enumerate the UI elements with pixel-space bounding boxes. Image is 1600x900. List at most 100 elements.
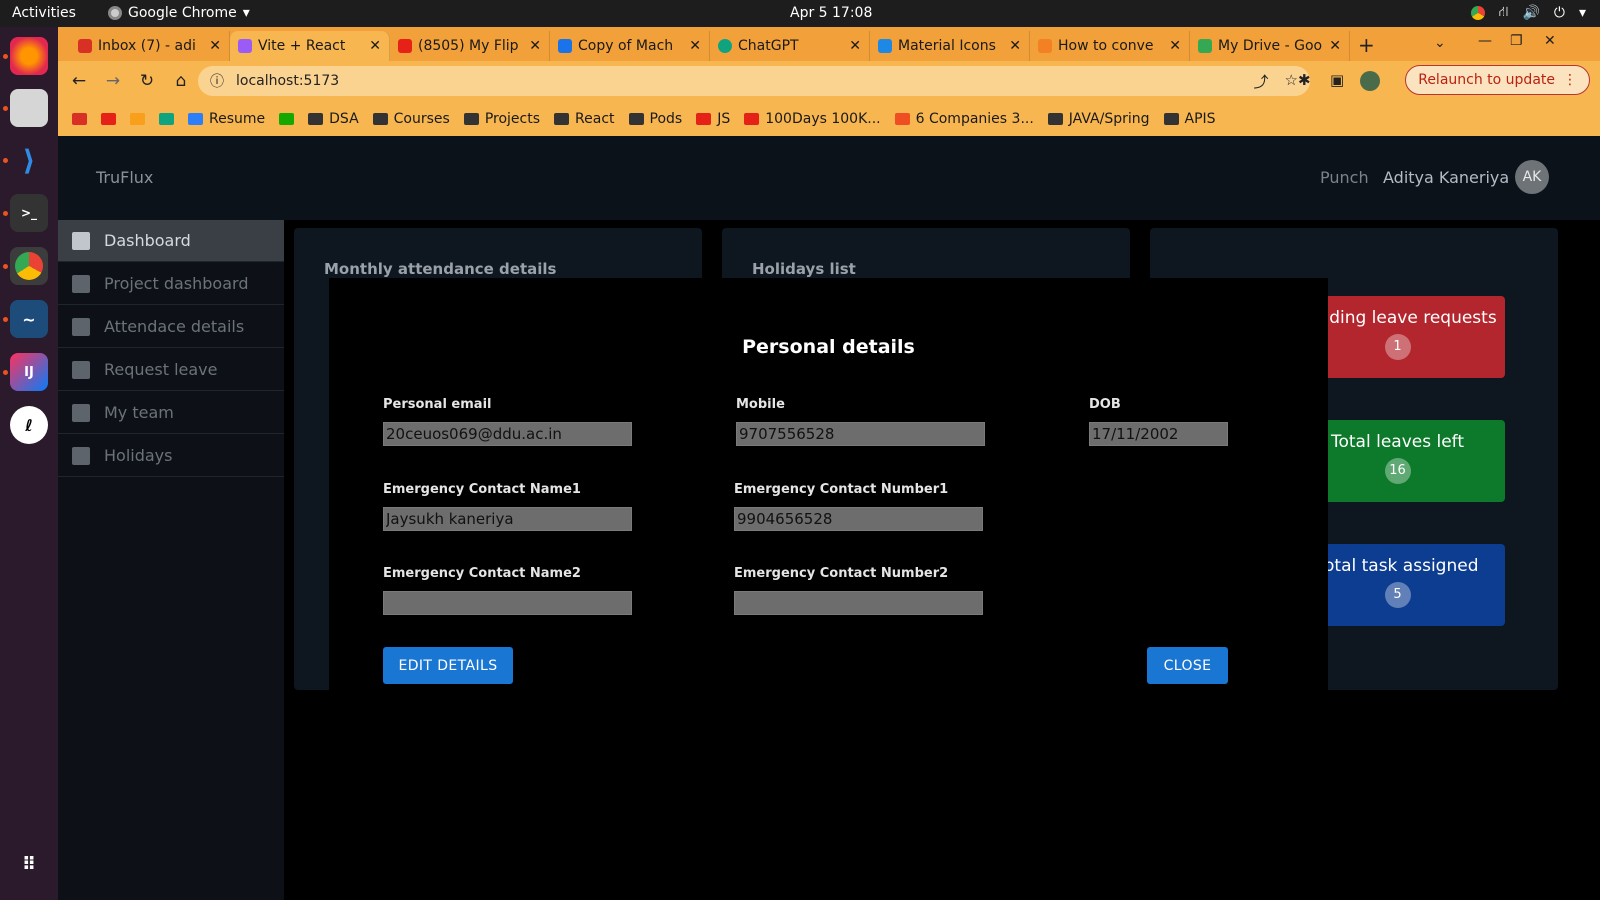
sidebar-item-project-dashboard[interactable]: Project dashboard — [58, 263, 284, 305]
tab-search-icon[interactable]: ⌄ — [1434, 35, 1446, 51]
side-panel-icon[interactable]: ▣ — [1330, 71, 1344, 89]
sidebar-item-request-leave[interactable]: Request leave — [58, 349, 284, 391]
close-icon[interactable]: ✕ — [689, 38, 701, 54]
bookmark-item[interactable]: Pods — [628, 111, 682, 127]
emergency-contact-name2-input[interactable] — [383, 591, 632, 615]
volume-icon[interactable]: 🔊 — [1522, 5, 1539, 21]
emergency-contact-number2-input[interactable] — [734, 591, 983, 615]
mobile-input[interactable] — [736, 422, 985, 446]
chrome-tray-icon[interactable] — [1470, 6, 1485, 20]
bookmark-item[interactable]: Courses — [372, 111, 450, 127]
stackoverflow-icon — [1038, 39, 1052, 53]
back-icon[interactable]: ← — [66, 68, 92, 94]
bookmark-item[interactable]: APIS — [1163, 111, 1216, 127]
bookmark-item[interactable] — [159, 112, 174, 125]
close-icon[interactable]: ✕ — [369, 38, 381, 54]
bookmark-item[interactable]: Resume — [188, 111, 265, 127]
tab-drive[interactable]: My Drive - Goo ✕ — [1190, 31, 1350, 61]
personal-email-input[interactable] — [383, 422, 632, 446]
mysql-workbench-icon[interactable]: ~ — [10, 300, 48, 338]
bookmark-item[interactable]: React — [554, 111, 615, 127]
close-icon[interactable]: ✕ — [1169, 38, 1181, 54]
tab-docs[interactable]: Copy of Mach ✕ — [550, 31, 710, 61]
chrome-dock-icon[interactable] — [10, 247, 48, 285]
clock[interactable]: Apr 5 17:08 — [790, 5, 872, 21]
modal-title: Personal details — [742, 336, 915, 358]
profile-avatar-icon[interactable] — [1360, 71, 1380, 91]
field-label: DOB — [1089, 397, 1121, 412]
close-icon[interactable]: ✕ — [529, 38, 541, 54]
close-icon[interactable]: ✕ — [1329, 38, 1341, 54]
folder-icon — [1163, 112, 1179, 125]
sidebar-item-label: Dashboard — [104, 231, 191, 250]
app-menu[interactable]: Google Chrome ▾ — [108, 5, 250, 21]
tab-label: How to conve — [1058, 38, 1154, 54]
bookmark-label: DSA — [329, 110, 359, 127]
bookmark-item[interactable] — [130, 112, 145, 125]
youtube-icon — [744, 112, 760, 125]
dob-input[interactable] — [1089, 422, 1228, 446]
brand-logo[interactable]: TruFlux — [96, 168, 153, 187]
edit-details-button[interactable]: EDIT DETAILS — [383, 647, 513, 684]
info-icon[interactable]: ⓘ — [210, 71, 224, 91]
bookmark-item[interactable] — [72, 112, 87, 125]
emergency-contact-number1-input[interactable] — [734, 507, 983, 531]
keepass-icon[interactable]: ℓ — [10, 406, 48, 444]
os-top-bar: Activities Google Chrome ▾ Apr 5 17:08 ⛙… — [0, 0, 1600, 27]
maximize-icon[interactable]: ❐ — [1510, 33, 1523, 49]
more-menu-icon[interactable]: ⋮ — [1563, 72, 1577, 88]
bookmark-item[interactable] — [279, 112, 295, 125]
tab-chatgpt[interactable]: ChatGPT ✕ — [710, 31, 870, 61]
bookmark-item[interactable]: JS — [696, 111, 730, 127]
close-icon[interactable]: ✕ — [1009, 38, 1021, 54]
tab-inbox[interactable]: Inbox (7) - adi ✕ — [70, 31, 230, 61]
close-icon[interactable]: ✕ — [849, 38, 861, 54]
reload-icon[interactable]: ↻ — [134, 68, 160, 94]
bookmark-item[interactable]: JAVA/Spring — [1047, 111, 1150, 127]
close-icon[interactable]: ✕ — [209, 38, 221, 54]
vscode-icon[interactable]: ⟩ — [10, 141, 48, 179]
caret-down-icon[interactable]: ▾ — [1579, 5, 1586, 21]
bookmark-item[interactable] — [101, 112, 116, 125]
activities-button[interactable]: Activities — [12, 5, 76, 21]
bookmark-item[interactable]: 100Days 100K... — [744, 111, 881, 127]
bookmark-item[interactable]: 6 Companies 3... — [894, 111, 1034, 127]
extensions-icon[interactable]: ✱ — [1298, 71, 1311, 89]
minimize-icon[interactable]: — — [1478, 33, 1492, 49]
network-icon[interactable]: ⛙ — [1499, 4, 1509, 22]
sidebar-item-dashboard[interactable]: Dashboard — [58, 220, 284, 262]
firefox-icon[interactable] — [10, 37, 48, 75]
power-icon[interactable]: ⏻ — [1554, 5, 1565, 21]
bookmark-item[interactable]: DSA — [308, 111, 359, 127]
bookmark-label: JS — [717, 110, 731, 127]
share-icon[interactable]: ⤴ — [1254, 71, 1269, 92]
tab-stackoverflow[interactable]: How to conve ✕ — [1030, 31, 1190, 61]
tab-vite-react[interactable]: Vite + React ✕ — [230, 31, 390, 61]
new-tab-icon[interactable]: + — [1358, 33, 1375, 57]
intellij-icon[interactable]: IJ — [10, 353, 48, 391]
address-bar[interactable]: ⓘ localhost:5173 ⤴ ☆ — [198, 66, 1310, 96]
punch-button[interactable]: Punch — [1320, 168, 1369, 187]
files-icon[interactable] — [10, 89, 48, 127]
bookmark-star-icon[interactable]: ☆ — [1285, 71, 1298, 92]
terminal-icon[interactable]: >_ — [10, 194, 48, 232]
calendar-icon — [72, 446, 90, 465]
home-icon[interactable]: ⌂ — [168, 68, 194, 94]
system-tray[interactable]: ⛙ 🔊 ⏻ ▾ — [1470, 4, 1586, 22]
show-apps-icon[interactable]: ⠿ — [10, 845, 48, 883]
bookmark-item[interactable]: Projects — [463, 111, 540, 127]
close-button[interactable]: CLOSE — [1147, 647, 1228, 684]
sidebar-item-holidays[interactable]: Holidays — [58, 435, 284, 477]
avatar[interactable]: AK — [1515, 160, 1549, 194]
relaunch-button[interactable]: Relaunch to update ⋮ — [1405, 65, 1590, 95]
forward-icon[interactable]: → — [100, 68, 126, 94]
sidebar-item-attendance[interactable]: Attendace details — [58, 306, 284, 348]
chatgpt-icon — [718, 39, 732, 53]
address-bar-url[interactable]: localhost:5173 — [236, 73, 339, 89]
emergency-contact-number2-field: Emergency Contact Number2 — [734, 566, 983, 615]
tab-material-icons[interactable]: Material Icons ✕ — [870, 31, 1030, 61]
tab-youtube[interactable]: (8505) My Flip ✕ — [390, 31, 550, 61]
close-window-icon[interactable]: ✕ — [1544, 33, 1556, 49]
sidebar-item-my-team[interactable]: My team — [58, 392, 284, 434]
emergency-contact-name1-input[interactable] — [383, 507, 632, 531]
